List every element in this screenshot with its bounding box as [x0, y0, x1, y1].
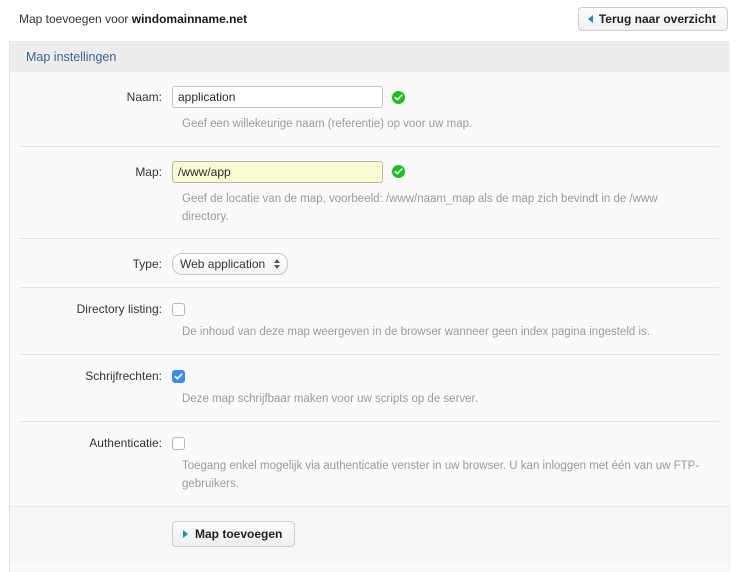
triangle-right-icon	[183, 529, 188, 538]
type-select[interactable]: Web application	[172, 253, 289, 276]
panel-header: Map instellingen	[10, 41, 729, 72]
help-text-schrijfrechten: Deze map schrijfbaar maken voor uw scrip…	[182, 393, 478, 406]
submit-map-toevoegen-button[interactable]: Map toevoegen	[172, 520, 296, 547]
naam-input[interactable]	[172, 86, 383, 108]
field-label-type: Type:	[132, 257, 162, 272]
form-row-schrijfrechten: Schrijfrechten: Deze map schrijfbaar mak…	[10, 354, 729, 421]
help-text-authenticatie: Toegang enkel mogelijk via authenticatie…	[182, 460, 700, 490]
form-row-naam: Naam: Geef een willekeurige naam (refere…	[10, 72, 729, 146]
back-to-overview-button[interactable]: Terug naar overzicht	[577, 7, 728, 31]
page-title-domain: windomainname.net	[131, 12, 248, 26]
field-label-schrijfrechten: Schrijfrechten:	[85, 369, 162, 384]
authenticatie-checkbox[interactable]	[172, 436, 185, 450]
updown-arrows-icon	[274, 259, 281, 270]
field-label-naam: Naam:	[126, 90, 162, 104]
top-bar: Map toevoegen voor windomainname.net Ter…	[0, 0, 746, 38]
directory-listing-checkbox[interactable]	[172, 302, 185, 316]
map-path-input[interactable]	[172, 160, 383, 183]
field-label-map: Map:	[135, 164, 162, 179]
help-text-directory-listing: De inhoud van deze map weergeven in de b…	[182, 326, 650, 339]
panel-footer: Map toevoegen	[10, 505, 729, 563]
triangle-left-icon	[587, 15, 593, 23]
green-check-circle-icon	[392, 90, 405, 104]
form-row-directory-listing: Directory listing: De inhoud van deze ma…	[10, 287, 729, 354]
field-label-authenticatie: Authenticatie:	[89, 436, 162, 451]
field-label-directory-listing: Directory listing:	[76, 302, 162, 317]
type-select-value: Web application	[180, 257, 266, 272]
schrijfrechten-checkbox[interactable]	[172, 369, 185, 383]
panel-header-title: Map instellingen	[26, 49, 117, 64]
submit-button-label: Map toevoegen	[195, 526, 283, 541]
map-settings-panel: Map instellingen Naam: Geef een willekeu…	[9, 41, 730, 572]
panel-bottom-strip	[10, 562, 729, 572]
back-to-overview-label: Terug naar overzicht	[598, 12, 716, 26]
help-text-naam: Geef een willekeurige naam (referentie) …	[182, 118, 473, 130]
form-row-map: Map: Geef de locatie van de map, voorbee…	[10, 145, 729, 239]
green-check-circle-icon	[392, 165, 405, 179]
panel-body: Naam: Geef een willekeurige naam (refere…	[10, 72, 729, 563]
page-title-prefix: Map toevoegen voor	[19, 12, 132, 26]
help-text-map: Geef de locatie van de map, voorbeeld: /…	[182, 192, 658, 223]
form-row-type: Type: Web application	[10, 238, 729, 287]
page-title: Map toevoegen voor windomainname.net	[19, 12, 247, 26]
form-row-authenticatie: Authenticatie: Toegang enkel mogelijk vi…	[10, 421, 729, 506]
